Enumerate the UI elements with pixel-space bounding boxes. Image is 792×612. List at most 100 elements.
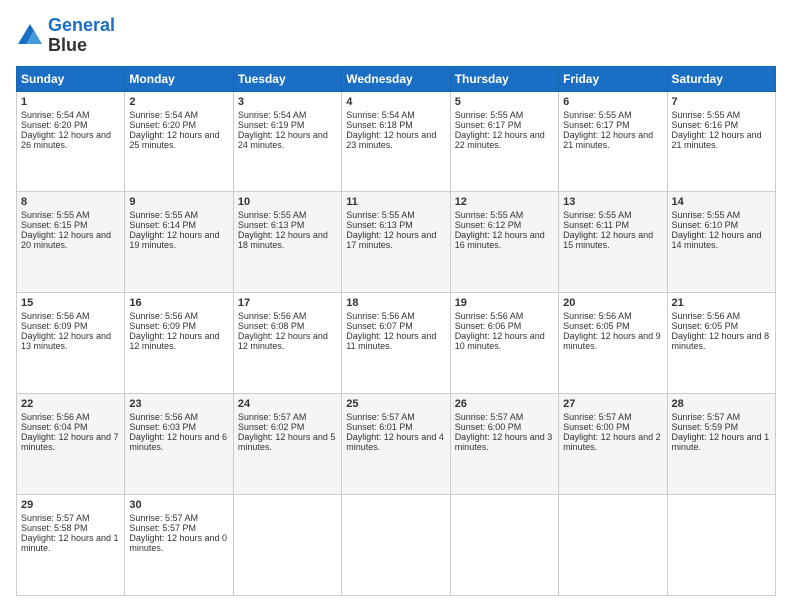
calendar-cell: 9 Sunrise: 5:55 AMSunset: 6:14 PMDaylight… xyxy=(125,192,233,293)
day-number: 23 xyxy=(129,398,228,410)
sunset-label: Sunset: 6:09 PM xyxy=(21,321,88,331)
calendar-cell: 26 Sunrise: 5:57 AMSunset: 6:00 PMDayligh… xyxy=(450,394,558,495)
calendar-cell: 11Sunrise: 5:55 AMSunset: 6:13 PMDayligh… xyxy=(342,192,450,293)
day-header-saturday: Saturday xyxy=(667,66,775,91)
calendar-cell xyxy=(667,495,775,596)
calendar-cell: 19Sunrise: 5:56 AMSunset: 6:06 PMDayligh… xyxy=(450,293,558,394)
calendar-cell xyxy=(342,495,450,596)
day-header-sunday: Sunday xyxy=(17,66,125,91)
daylight-label: Daylight: 12 hours and 1 minute. xyxy=(21,533,119,553)
day-number: 16 xyxy=(129,297,228,309)
calendar-cell xyxy=(450,495,558,596)
day-number: 24 xyxy=(238,398,337,410)
daylight-label: Daylight: 12 hours and 19 minutes. xyxy=(129,230,219,250)
logo-icon xyxy=(16,22,44,50)
day-number: 26 xyxy=(455,398,554,410)
sunset-label: Sunset: 6:11 PM xyxy=(563,220,629,230)
sunrise-label: Sunrise: 5:57 AM xyxy=(455,412,524,422)
daylight-label: Daylight: 12 hours and 22 minutes. xyxy=(455,130,545,150)
sunrise-label: Sunrise: 5:55 AM xyxy=(455,110,524,120)
daylight-label: Daylight: 12 hours and 5 minutes. xyxy=(238,432,336,452)
calendar-cell: 5Sunrise: 5:55 AMSunset: 6:17 PMDaylight… xyxy=(450,91,558,192)
sunrise-label: Sunrise: 5:57 AM xyxy=(129,513,198,523)
daylight-label: Daylight: 12 hours and 0 minutes. xyxy=(129,533,227,553)
sunrise-label: Sunrise: 5:56 AM xyxy=(563,311,632,321)
calendar-cell: 8Sunrise: 5:55 AMSunset: 6:15 PMDaylight… xyxy=(17,192,125,293)
daylight-label: Daylight: 12 hours and 6 minutes. xyxy=(129,432,227,452)
day-header-friday: Friday xyxy=(559,66,667,91)
sunset-label: Sunset: 6:10 PM xyxy=(672,220,739,230)
sunrise-label: Sunrise: 5:54 AM xyxy=(21,110,90,120)
calendar-cell: 2Sunrise: 5:54 AMSunset: 6:20 PMDaylight… xyxy=(125,91,233,192)
calendar-cell: 27Sunrise: 5:57 AMSunset: 6:00 PMDayligh… xyxy=(559,394,667,495)
calendar-cell: 4Sunrise: 5:54 AMSunset: 6:18 PMDaylight… xyxy=(342,91,450,192)
sunset-label: Sunset: 6:18 PM xyxy=(346,120,413,130)
sunrise-label: Sunrise: 5:56 AM xyxy=(129,412,198,422)
day-number: 9 xyxy=(129,196,228,208)
sunrise-label: Sunrise: 5:57 AM xyxy=(346,412,415,422)
sunset-label: Sunset: 6:13 PM xyxy=(346,220,413,230)
sunset-label: Sunset: 6:03 PM xyxy=(129,422,196,432)
daylight-label: Daylight: 12 hours and 24 minutes. xyxy=(238,130,328,150)
day-number: 11 xyxy=(346,196,445,208)
calendar-cell: 17Sunrise: 5:56 AMSunset: 6:08 PMDayligh… xyxy=(233,293,341,394)
sunrise-label: Sunrise: 5:55 AM xyxy=(455,210,524,220)
sunrise-label: Sunrise: 5:56 AM xyxy=(21,311,90,321)
calendar-cell: 10Sunrise: 5:55 AMSunset: 6:13 PMDayligh… xyxy=(233,192,341,293)
daylight-label: Daylight: 12 hours and 12 minutes. xyxy=(129,331,219,351)
sunrise-label: Sunrise: 5:55 AM xyxy=(21,210,90,220)
day-number: 14 xyxy=(672,196,771,208)
daylight-label: Daylight: 12 hours and 1 minute. xyxy=(672,432,770,452)
sunrise-label: Sunrise: 5:56 AM xyxy=(346,311,415,321)
sunrise-label: Sunrise: 5:55 AM xyxy=(129,210,198,220)
calendar-cell: 6Sunrise: 5:55 AMSunset: 6:17 PMDaylight… xyxy=(559,91,667,192)
sunrise-label: Sunrise: 5:56 AM xyxy=(238,311,307,321)
day-number: 15 xyxy=(21,297,120,309)
calendar-cell: 18Sunrise: 5:56 AMSunset: 6:07 PMDayligh… xyxy=(342,293,450,394)
daylight-label: Daylight: 12 hours and 16 minutes. xyxy=(455,230,545,250)
sunset-label: Sunset: 6:06 PM xyxy=(455,321,522,331)
day-number: 19 xyxy=(455,297,554,309)
daylight-label: Daylight: 12 hours and 4 minutes. xyxy=(346,432,444,452)
sunset-label: Sunset: 6:20 PM xyxy=(129,120,196,130)
calendar-cell: 1Sunrise: 5:54 AMSunset: 6:20 PMDaylight… xyxy=(17,91,125,192)
daylight-label: Daylight: 12 hours and 18 minutes. xyxy=(238,230,328,250)
calendar-cell: 29Sunrise: 5:57 AMSunset: 5:58 PMDayligh… xyxy=(17,495,125,596)
calendar-cell: 23 Sunrise: 5:56 AMSunset: 6:03 PMDayligh… xyxy=(125,394,233,495)
daylight-label: Daylight: 12 hours and 13 minutes. xyxy=(21,331,111,351)
day-number: 20 xyxy=(563,297,662,309)
sunrise-label: Sunrise: 5:56 AM xyxy=(455,311,524,321)
calendar-cell: 22Sunrise: 5:56 AMSunset: 6:04 PMDayligh… xyxy=(17,394,125,495)
sunset-label: Sunset: 5:57 PM xyxy=(129,523,196,533)
sunset-label: Sunset: 6:20 PM xyxy=(21,120,88,130)
calendar-cell xyxy=(559,495,667,596)
header: General Blue xyxy=(16,16,776,56)
day-header-wednesday: Wednesday xyxy=(342,66,450,91)
day-number: 21 xyxy=(672,297,771,309)
calendar-cell: 30Sunrise: 5:57 AMSunset: 5:57 PMDayligh… xyxy=(125,495,233,596)
sunset-label: Sunset: 6:15 PM xyxy=(21,220,88,230)
sunset-label: Sunset: 6:00 PM xyxy=(455,422,522,432)
daylight-label: Daylight: 12 hours and 15 minutes. xyxy=(563,230,653,250)
sunset-label: Sunset: 6:05 PM xyxy=(563,321,630,331)
daylight-label: Daylight: 12 hours and 3 minutes. xyxy=(455,432,553,452)
sunset-label: Sunset: 6:13 PM xyxy=(238,220,305,230)
daylight-label: Daylight: 12 hours and 7 minutes. xyxy=(21,432,119,452)
day-number: 6 xyxy=(563,96,662,108)
calendar-cell: 13Sunrise: 5:55 AMSunset: 6:11 PMDayligh… xyxy=(559,192,667,293)
daylight-label: Daylight: 12 hours and 17 minutes. xyxy=(346,230,436,250)
calendar-cell: 24Sunrise: 5:57 AMSunset: 6:02 PMDayligh… xyxy=(233,394,341,495)
sunset-label: Sunset: 6:12 PM xyxy=(455,220,522,230)
calendar-cell: 12Sunrise: 5:55 AMSunset: 6:12 PMDayligh… xyxy=(450,192,558,293)
daylight-label: Daylight: 12 hours and 11 minutes. xyxy=(346,331,436,351)
sunrise-label: Sunrise: 5:55 AM xyxy=(672,110,741,120)
sunset-label: Sunset: 5:59 PM xyxy=(672,422,739,432)
calendar-cell: 20Sunrise: 5:56 AMSunset: 6:05 PMDayligh… xyxy=(559,293,667,394)
calendar-cell: 21Sunrise: 5:56 AMSunset: 6:05 PMDayligh… xyxy=(667,293,775,394)
day-number: 2 xyxy=(129,96,228,108)
sunset-label: Sunset: 6:19 PM xyxy=(238,120,305,130)
daylight-label: Daylight: 12 hours and 25 minutes. xyxy=(129,130,219,150)
sunrise-label: Sunrise: 5:54 AM xyxy=(346,110,415,120)
sunrise-label: Sunrise: 5:55 AM xyxy=(563,110,632,120)
sunset-label: Sunset: 6:14 PM xyxy=(129,220,196,230)
